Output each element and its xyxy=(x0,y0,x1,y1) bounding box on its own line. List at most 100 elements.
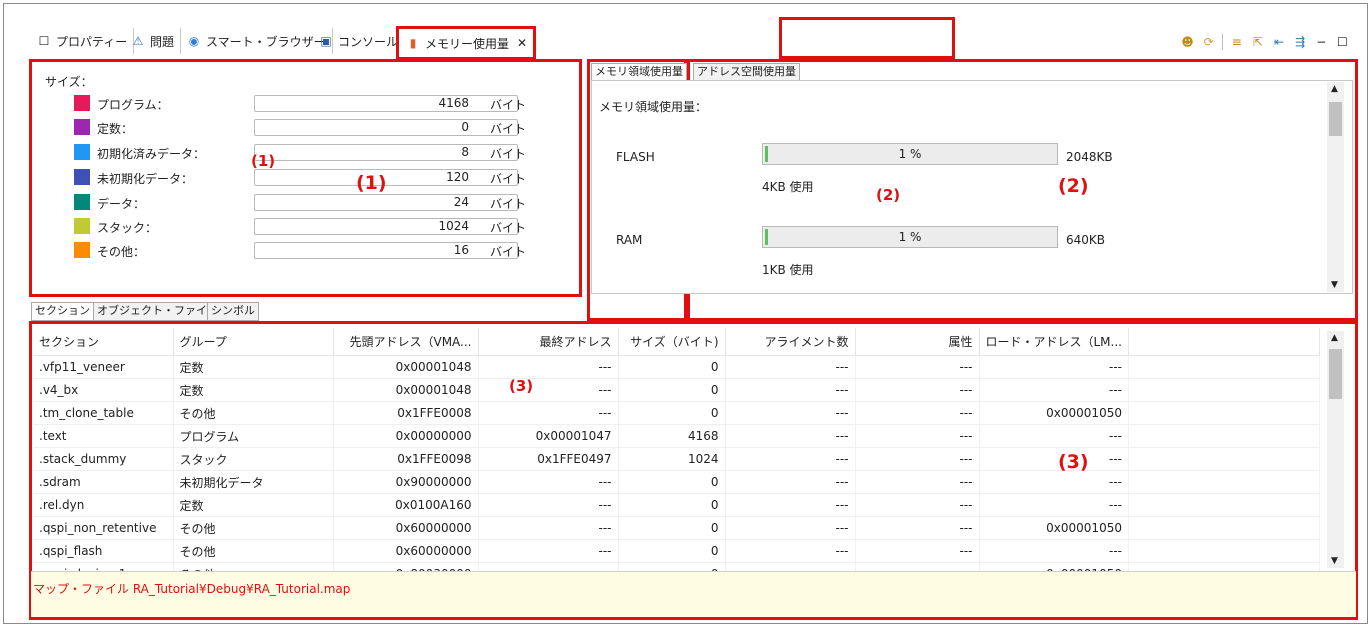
size-value-program: 4168 xyxy=(254,95,518,112)
tab-label: 問題 xyxy=(150,34,175,49)
ram-used: 1KB 使用 xyxy=(762,263,814,277)
cell-size: 0 xyxy=(618,516,726,540)
program-swatch xyxy=(74,95,90,111)
cell-section: .qspi_flash xyxy=(33,539,174,563)
region-scrollbar[interactable]: ▲ ▼ xyxy=(1327,82,1344,292)
table-row[interactable]: .rel.dyn 定数 0x0100A160 --- 0 --- --- --- xyxy=(33,493,1320,517)
tab-properties[interactable]: ☐ プロパティー xyxy=(30,28,135,54)
list-icon[interactable]: ≡ xyxy=(1229,34,1244,50)
size-value-stack: 1024 xyxy=(254,218,518,235)
table-row[interactable]: .tm_clone_table その他 0x1FFE0008 --- 0 --- --- 0x… xyxy=(33,401,1320,425)
column-header-filler xyxy=(1128,328,1320,356)
cell-alignment: --- xyxy=(725,378,856,402)
maximize-icon[interactable]: ☐ xyxy=(1335,34,1350,50)
cell-filler xyxy=(1128,355,1320,379)
size-unit: バイト xyxy=(490,147,527,161)
cell-group: プログラム xyxy=(173,424,334,448)
cell-group: 定数 xyxy=(173,355,334,379)
cell-end-address: --- xyxy=(478,493,619,517)
tab-console[interactable]: ▣ コンソール xyxy=(312,28,406,54)
initialized-data-swatch xyxy=(74,144,90,160)
tab-problems[interactable]: ⚠ 問題 xyxy=(124,28,182,54)
layout-icon[interactable]: ⇶ xyxy=(1293,34,1308,50)
refresh-icon[interactable]: ⟳ xyxy=(1201,34,1216,50)
cell-size: 0 xyxy=(618,378,726,402)
cell-filler xyxy=(1128,447,1320,471)
table-row[interactable]: .qspi_flash その他 0x60000000 --- 0 --- --- --- xyxy=(33,539,1320,563)
size-value-constant: 0 xyxy=(254,119,518,136)
column-header-start-address[interactable]: 先頭アドレス（VMA... xyxy=(333,328,479,356)
cell-section: .stack_dummy xyxy=(33,447,174,471)
table-row[interactable]: .v4_bx 定数 0x00001048 --- 0 --- --- --- xyxy=(33,378,1320,402)
cell-start-address: 0x90000000 xyxy=(333,470,479,494)
table-row[interactable]: .text プログラム 0x00000000 0x00001047 4168 --- ---… xyxy=(33,424,1320,448)
cell-section: .sdram xyxy=(33,470,174,494)
cell-load-address: --- xyxy=(979,378,1129,402)
cell-alignment: --- xyxy=(725,447,856,471)
table-scrollbar[interactable]: ▲ ▼ xyxy=(1327,331,1344,568)
column-header-group[interactable]: グループ xyxy=(173,328,334,356)
view-tab-bar: ☐ プロパティー ⚠ 問題 ◉ スマート・ブラウザー ▣ コンソール ▮ メモリ… xyxy=(28,26,1358,60)
close-icon[interactable]: ✕ xyxy=(517,36,527,50)
size-unit: バイト xyxy=(490,197,527,211)
column-header-end-address[interactable]: 最終アドレス xyxy=(478,328,619,356)
scroll-down-icon[interactable]: ▼ xyxy=(1331,556,1338,566)
section-table: セクション グループ 先頭アドレス（VMA... 最終アドレス サイズ（バイト)… xyxy=(33,328,1320,586)
smart-browser-icon: ◉ xyxy=(188,34,200,48)
cell-alignment: --- xyxy=(725,424,856,448)
scroll-down-icon[interactable]: ▼ xyxy=(1331,280,1338,290)
open-map-icon[interactable]: ☻ xyxy=(1180,34,1195,50)
annotation-1-large: (1) xyxy=(356,172,387,194)
cell-attribute: --- xyxy=(855,378,980,402)
tab-label: メモリー使用量 xyxy=(425,36,510,51)
scroll-thumb[interactable] xyxy=(1329,349,1342,399)
cell-attribute: --- xyxy=(855,401,980,425)
size-value-other: 16 xyxy=(254,242,518,259)
cell-end-address: --- xyxy=(478,378,619,402)
cell-load-address: 0x00001050 xyxy=(979,401,1129,425)
constant-swatch xyxy=(74,119,90,135)
scroll-thumb[interactable] xyxy=(1329,102,1342,136)
tab-label: スマート・ブラウザー xyxy=(206,34,326,49)
flash-usage-bar: 1 % xyxy=(762,143,1058,165)
cell-size: 0 xyxy=(618,493,726,517)
collapse-icon[interactable]: ⇤ xyxy=(1271,34,1286,50)
toolbar-separator xyxy=(1222,34,1224,50)
cell-attribute: --- xyxy=(855,355,980,379)
tab-symbol[interactable]: シンボル xyxy=(207,302,259,321)
ram-usage-percent: 1 % xyxy=(898,230,922,244)
cell-attribute: --- xyxy=(855,493,980,517)
cell-load-address: --- xyxy=(979,355,1129,379)
cell-filler xyxy=(1128,516,1320,540)
tab-smart-browser[interactable]: ◉ スマート・ブラウザー xyxy=(180,28,333,54)
tab-object-file[interactable]: オブジェクト・ファイル xyxy=(93,302,222,321)
cell-size: 0 xyxy=(618,539,726,563)
scroll-up-icon[interactable]: ▲ xyxy=(1331,84,1338,94)
cell-attribute: --- xyxy=(855,447,980,471)
console-icon: ▣ xyxy=(320,34,332,48)
cell-end-address: 0x1FFE0497 xyxy=(478,447,619,471)
column-header-load-address[interactable]: ロード・アドレス（LM... xyxy=(979,328,1129,356)
column-header-alignment[interactable]: アライメント数 xyxy=(725,328,856,356)
column-header-attribute[interactable]: 属性 xyxy=(855,328,980,356)
cell-group: その他 xyxy=(173,539,334,563)
cell-end-address: 0x00001047 xyxy=(478,424,619,448)
minimize-icon[interactable]: − xyxy=(1314,34,1329,50)
table-row[interactable]: .stack_dummy スタック 0x1FFE0098 0x1FFE0497 1024… xyxy=(33,447,1320,471)
tab-section[interactable]: セクション xyxy=(31,302,94,321)
table-row[interactable]: .qspi_non_retentive その他 0x60000000 --- 0 --- -… xyxy=(33,516,1320,540)
column-header-section[interactable]: セクション xyxy=(33,328,174,356)
flash-usage-percent: 1 % xyxy=(898,147,922,161)
size-label-constant: 定数： xyxy=(97,122,134,136)
export-icon[interactable]: ⇱ xyxy=(1250,34,1265,50)
table-row[interactable]: .vfp11_veneer 定数 0x00001048 --- 0 --- --- --- xyxy=(33,355,1320,379)
cell-alignment: --- xyxy=(725,470,856,494)
scroll-up-icon[interactable]: ▲ xyxy=(1331,333,1338,343)
cell-load-address: --- xyxy=(979,539,1129,563)
column-header-size[interactable]: サイズ（バイト) xyxy=(618,328,726,356)
size-value-data: 24 xyxy=(254,194,518,211)
cell-section: .tm_clone_table xyxy=(33,401,174,425)
tab-memory-usage[interactable]: ▮ メモリー使用量 ✕ xyxy=(396,26,537,60)
cell-group: その他 xyxy=(173,401,334,425)
table-row[interactable]: .sdram 未初期化データ 0x90000000 --- 0 --- --- --- xyxy=(33,470,1320,494)
